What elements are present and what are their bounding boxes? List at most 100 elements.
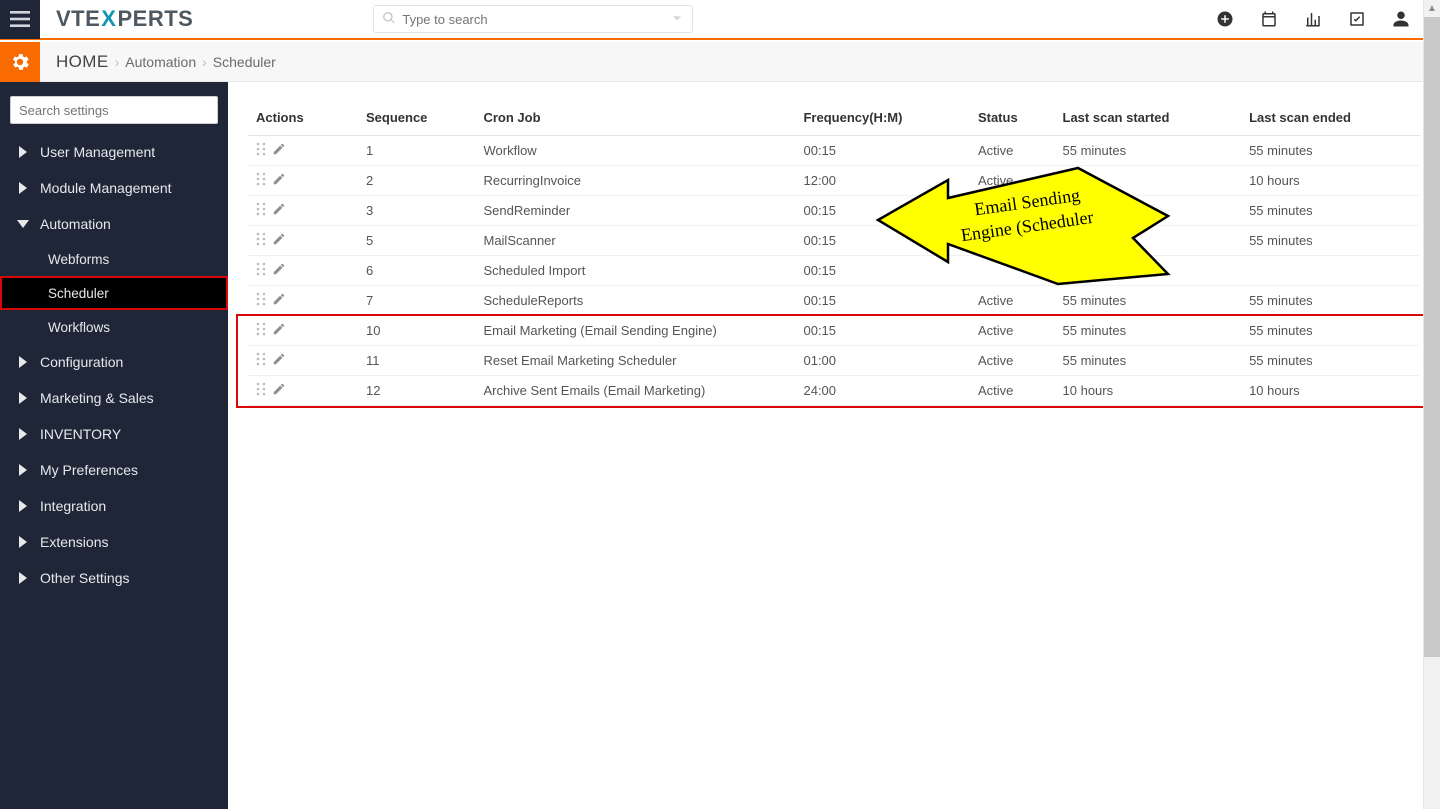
sidebar-subitem-webforms[interactable]: Webforms bbox=[0, 242, 228, 276]
cell-status: Active bbox=[970, 376, 1055, 406]
breadcrumb: HOME › Automation › Scheduler bbox=[40, 42, 1440, 82]
edit-icon[interactable] bbox=[272, 264, 286, 279]
scroll-thumb[interactable] bbox=[1424, 17, 1440, 657]
chevron-right-icon bbox=[16, 428, 30, 440]
cell-start: 55 minutes bbox=[1055, 346, 1242, 376]
cell-status: Active bbox=[970, 316, 1055, 346]
drag-handle-icon[interactable] bbox=[256, 264, 266, 279]
cell-start bbox=[1055, 226, 1242, 256]
search-icon bbox=[382, 11, 396, 28]
edit-icon[interactable] bbox=[272, 234, 286, 249]
cell-sequence: 11 bbox=[358, 346, 475, 376]
sidebar-search-input[interactable] bbox=[10, 96, 218, 124]
cell-start: 55 minutes bbox=[1055, 136, 1242, 166]
scroll-up-icon[interactable]: ▲ bbox=[1424, 0, 1440, 17]
edit-icon[interactable] bbox=[272, 354, 286, 369]
drag-handle-icon[interactable] bbox=[256, 354, 266, 369]
cell-cronjob: ScheduleReports bbox=[475, 286, 795, 316]
cell-end: 10 hours bbox=[1241, 166, 1420, 196]
sidebar-item-extensions[interactable]: Extensions bbox=[0, 524, 228, 560]
sidebar-item-my-preferences[interactable]: My Preferences bbox=[0, 452, 228, 488]
sidebar-item-user-management[interactable]: User Management bbox=[0, 134, 228, 170]
sidebar-item-label: Integration bbox=[40, 498, 106, 514]
cell-sequence: 12 bbox=[358, 376, 475, 406]
sidebar-item-label: Other Settings bbox=[40, 570, 130, 586]
edit-icon[interactable] bbox=[272, 144, 286, 159]
user-menu-button[interactable] bbox=[1392, 10, 1410, 28]
cell-cronjob: RecurringInvoice bbox=[475, 166, 795, 196]
drag-handle-icon[interactable] bbox=[256, 144, 266, 159]
col-actions: Actions bbox=[248, 100, 358, 136]
settings-gear-button[interactable] bbox=[0, 42, 40, 82]
cell-frequency: 00:15 bbox=[795, 256, 969, 286]
cell-start bbox=[1055, 166, 1242, 196]
sidebar-item-inventory[interactable]: INVENTORY bbox=[0, 416, 228, 452]
table-row: 12Archive Sent Emails (Email Marketing)2… bbox=[248, 376, 1420, 406]
scheduler-table: Actions Sequence Cron Job Frequency(H:M)… bbox=[248, 100, 1420, 406]
main-content: Actions Sequence Cron Job Frequency(H:M)… bbox=[228, 82, 1440, 809]
cell-end: 55 minutes bbox=[1241, 196, 1420, 226]
drag-handle-icon[interactable] bbox=[256, 174, 266, 189]
drag-handle-icon[interactable] bbox=[256, 384, 266, 399]
hamburger-menu-button[interactable] bbox=[0, 0, 40, 39]
sidebar-item-integration[interactable]: Integration bbox=[0, 488, 228, 524]
breadcrumb-level1[interactable]: Automation bbox=[125, 54, 196, 70]
brand-x: X bbox=[101, 6, 116, 32]
drag-handle-icon[interactable] bbox=[256, 294, 266, 309]
drag-handle-icon[interactable] bbox=[256, 234, 266, 249]
drag-handle-icon[interactable] bbox=[256, 324, 266, 339]
sidebar-item-label: User Management bbox=[40, 144, 155, 160]
cell-frequency: 00:15 bbox=[795, 196, 969, 226]
edit-icon[interactable] bbox=[272, 294, 286, 309]
cell-frequency: 00:15 bbox=[795, 316, 969, 346]
global-search[interactable] bbox=[373, 5, 693, 33]
cell-end: 55 minutes bbox=[1241, 346, 1420, 376]
sidebar-subitem-scheduler[interactable]: Scheduler bbox=[0, 276, 228, 310]
cell-start bbox=[1055, 256, 1242, 286]
add-button[interactable] bbox=[1216, 10, 1234, 28]
cell-start: 10 hours bbox=[1055, 376, 1242, 406]
cell-cronjob: Scheduled Import bbox=[475, 256, 795, 286]
edit-icon[interactable] bbox=[272, 384, 286, 399]
tasks-button[interactable] bbox=[1348, 10, 1366, 28]
global-search-input[interactable] bbox=[402, 12, 670, 27]
cell-sequence: 2 bbox=[358, 166, 475, 196]
col-end: Last scan ended bbox=[1241, 100, 1420, 136]
sidebar-item-configuration[interactable]: Configuration bbox=[0, 344, 228, 380]
sidebar-item-label: Marketing & Sales bbox=[40, 390, 154, 406]
settings-sidebar: User Management Module ManagementAutomati… bbox=[0, 82, 228, 809]
brand-post: PERTS bbox=[117, 6, 193, 32]
cell-sequence: 10 bbox=[358, 316, 475, 346]
sidebar-item-module-management[interactable]: Module Management bbox=[0, 170, 228, 206]
chevron-right-icon bbox=[16, 392, 30, 404]
cell-cronjob: Archive Sent Emails (Email Marketing) bbox=[475, 376, 795, 406]
cell-cronjob: SendReminder bbox=[475, 196, 795, 226]
cell-frequency: 01:00 bbox=[795, 346, 969, 376]
table-row: 11Reset Email Marketing Scheduler01:00Ac… bbox=[248, 346, 1420, 376]
cell-start: 55 minutes bbox=[1055, 316, 1242, 346]
calendar-button[interactable] bbox=[1260, 10, 1278, 28]
sidebar-subitem-workflows[interactable]: Workflows bbox=[0, 310, 228, 344]
drag-handle-icon[interactable] bbox=[256, 204, 266, 219]
edit-icon[interactable] bbox=[272, 324, 286, 339]
sidebar-item-label: My Preferences bbox=[40, 462, 138, 478]
cell-cronjob: Reset Email Marketing Scheduler bbox=[475, 346, 795, 376]
sidebar-item-marketing-sales[interactable]: Marketing & Sales bbox=[0, 380, 228, 416]
browser-scrollbar[interactable]: ▲ bbox=[1423, 0, 1440, 809]
cell-end: 10 hours bbox=[1241, 376, 1420, 406]
edit-icon[interactable] bbox=[272, 174, 286, 189]
edit-icon[interactable] bbox=[272, 204, 286, 219]
col-cronjob: Cron Job bbox=[475, 100, 795, 136]
cell-frequency: 00:15 bbox=[795, 136, 969, 166]
sidebar-item-automation[interactable]: Automation bbox=[0, 206, 228, 242]
cell-end: 55 minutes bbox=[1241, 136, 1420, 166]
reports-button[interactable] bbox=[1304, 10, 1322, 28]
cell-start: 55 minutes bbox=[1055, 286, 1242, 316]
cell-status bbox=[970, 256, 1055, 286]
search-chevron-down-icon[interactable] bbox=[670, 11, 684, 28]
table-row: 1Workflow00:15Active55 minutes55 minutes bbox=[248, 136, 1420, 166]
sidebar-item-other-settings[interactable]: Other Settings bbox=[0, 560, 228, 596]
cell-cronjob: MailScanner bbox=[475, 226, 795, 256]
breadcrumb-home[interactable]: HOME bbox=[56, 52, 109, 72]
table-row: 7ScheduleReports00:15Active55 minutes55 … bbox=[248, 286, 1420, 316]
